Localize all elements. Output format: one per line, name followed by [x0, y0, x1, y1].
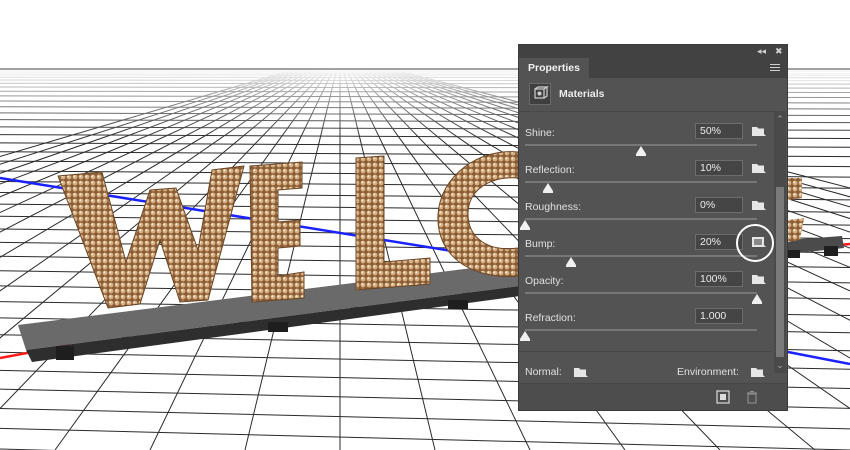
scroll-down-icon[interactable]: ⌄ — [776, 361, 784, 370]
trash-icon[interactable] — [745, 390, 759, 404]
letter-l[interactable] — [355, 155, 431, 291]
row-bump: Bump: 20% — [525, 234, 770, 270]
refraction-slider-thumb[interactable] — [520, 331, 530, 341]
refraction-slider-track[interactable] — [525, 329, 757, 331]
row-shine: Shine: 50% — [525, 123, 770, 159]
panel-header: Materials — [519, 78, 787, 112]
bump-label: Bump: — [525, 238, 556, 250]
row-refraction: Refraction: 1.000 — [520, 308, 770, 344]
folder-icon[interactable] — [573, 366, 589, 379]
opacity-slider-track[interactable] — [525, 292, 757, 294]
roughness-label: Roughness: — [525, 201, 582, 213]
panel-menu-icon[interactable] — [770, 64, 780, 71]
panel-scrollbar[interactable]: ⌃ ⌄ — [774, 111, 786, 373]
folder-icon[interactable] — [751, 273, 767, 286]
panel-title-strip: ◂◂ ✖ — [519, 45, 787, 58]
materials-label: Materials — [559, 88, 605, 100]
new-texture-icon[interactable] — [716, 390, 730, 404]
reflection-value-field[interactable]: 10% — [695, 160, 743, 176]
roughness-slider-track[interactable] — [525, 218, 757, 220]
roughness-slider-thumb[interactable] — [520, 220, 530, 230]
panel-tab-bar: Properties — [519, 58, 787, 78]
tab-properties[interactable]: Properties — [519, 58, 589, 78]
opacity-slider-thumb[interactable] — [752, 294, 762, 304]
reflection-slider-thumb[interactable] — [543, 183, 554, 193]
letter-w[interactable] — [57, 165, 245, 309]
texture-map-row: Normal: Environment: — [519, 351, 772, 386]
folder-icon[interactable] — [751, 125, 767, 138]
shine-value-field[interactable]: 50% — [695, 123, 743, 139]
row-reflection: Reflection: 10% — [525, 160, 770, 196]
opacity-value-field[interactable]: 100% — [695, 271, 743, 287]
shine-label: Shine: — [525, 127, 555, 139]
z-axis-line-right — [787, 350, 850, 366]
refraction-label: Refraction: — [525, 312, 576, 324]
environment-label: Environment: — [677, 366, 739, 378]
shine-slider-thumb[interactable] — [636, 146, 646, 156]
letter-partial — [788, 178, 802, 200]
grid-line — [0, 407, 850, 430]
row-opacity: Opacity: 100% — [525, 271, 770, 307]
opacity-label: Opacity: — [525, 275, 564, 287]
collapse-icon[interactable]: ◂◂ — [757, 45, 766, 58]
reflection-slider-track[interactable] — [525, 181, 757, 183]
folder-icon[interactable] — [751, 162, 767, 175]
normal-label: Normal: — [525, 366, 562, 378]
bump-slider-thumb[interactable] — [566, 257, 577, 267]
folder-icon[interactable] — [750, 366, 766, 379]
scroll-thumb[interactable] — [776, 187, 784, 357]
folder-icon[interactable] — [751, 199, 767, 212]
grid-line — [0, 427, 850, 450]
highlight-circle — [736, 224, 774, 262]
scroll-up-icon[interactable]: ⌃ — [776, 115, 784, 124]
letter-e[interactable] — [249, 161, 305, 303]
panel-footer — [519, 383, 787, 410]
materials-icon[interactable] — [529, 83, 551, 105]
row-roughness: Roughness: 0% — [520, 197, 770, 233]
refraction-value-field[interactable]: 1.000 — [695, 308, 743, 324]
reflection-label: Reflection: — [525, 164, 575, 176]
close-icon[interactable]: ✖ — [775, 45, 783, 58]
roughness-value-field[interactable]: 0% — [695, 197, 743, 213]
bump-slider-track[interactable] — [525, 255, 757, 257]
